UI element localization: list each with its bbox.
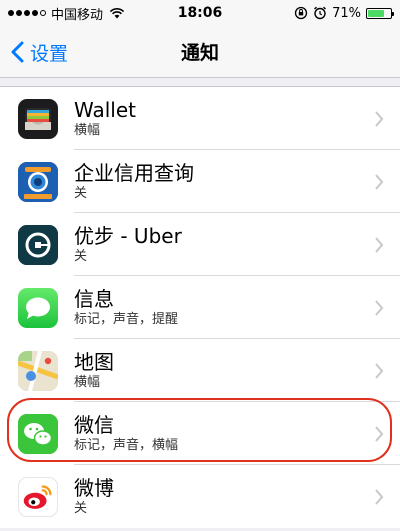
item-title: 企业信用查询 [74, 160, 194, 185]
credit-query-icon [18, 161, 58, 202]
wifi-icon [109, 8, 125, 19]
messages-icon [18, 287, 58, 328]
item-subtitle: 关 [74, 185, 88, 201]
item-subtitle: 横幅 [74, 122, 101, 138]
carrier-label: 中国移动 [51, 7, 104, 23]
list-item-wechat[interactable]: 微信 标记，声音，横幅 [0, 402, 400, 465]
back-button[interactable]: 设置 [10, 26, 68, 78]
item-subtitle: 关 [74, 500, 88, 516]
item-title: 微信 [74, 412, 114, 437]
item-subtitle: 横幅 [74, 374, 101, 390]
item-title: 微博 [74, 475, 114, 500]
item-title: 优步 - Uber [74, 223, 182, 248]
chevron-right-icon [375, 488, 384, 505]
maps-icon [18, 350, 58, 391]
item-subtitle: 关 [74, 248, 88, 264]
chevron-right-icon [375, 236, 384, 253]
chevron-left-icon [11, 41, 24, 63]
chevron-right-icon [375, 425, 384, 442]
chevron-right-icon [375, 173, 384, 190]
battery-icon [366, 7, 394, 19]
list-item-wallet[interactable]: Wallet 横幅 [0, 87, 400, 150]
back-label: 设置 [30, 42, 69, 65]
list-item-weibo[interactable]: 微博 关 [0, 465, 400, 528]
rotation-lock-icon [294, 6, 308, 20]
navigation-bar: 设置 通知 [0, 26, 400, 78]
list-item-messages[interactable]: 信息 标记，声音，提醒 [0, 276, 400, 339]
item-subtitle: 标记，声音，横幅 [74, 437, 179, 453]
wallet-icon [18, 98, 58, 139]
status-bar: 中国移动 18:06 71% [0, 0, 400, 26]
item-subtitle: 标记，声音，提醒 [74, 311, 179, 327]
list-item-maps[interactable]: 地图 横幅 [0, 339, 400, 402]
signal-strength-icon [8, 10, 46, 16]
battery-percent: 71% [332, 5, 361, 21]
chevron-right-icon [375, 362, 384, 379]
item-title: 地图 [74, 349, 114, 374]
list-item-credit-query[interactable]: 企业信用查询 关 [0, 150, 400, 213]
chevron-right-icon [375, 110, 384, 127]
weibo-icon [18, 476, 58, 517]
app-notification-list: Wallet 横幅 企业信用查询 关 优步 - Uber 关 信息 标记，声音，… [0, 86, 400, 528]
alarm-icon [314, 6, 327, 20]
battery-level [368, 9, 384, 17]
chevron-right-icon [375, 299, 384, 316]
wechat-icon [18, 413, 58, 454]
uber-icon [18, 224, 58, 265]
item-title: Wallet [74, 97, 137, 122]
item-title: 信息 [74, 286, 114, 311]
list-item-uber[interactable]: 优步 - Uber 关 [0, 213, 400, 276]
